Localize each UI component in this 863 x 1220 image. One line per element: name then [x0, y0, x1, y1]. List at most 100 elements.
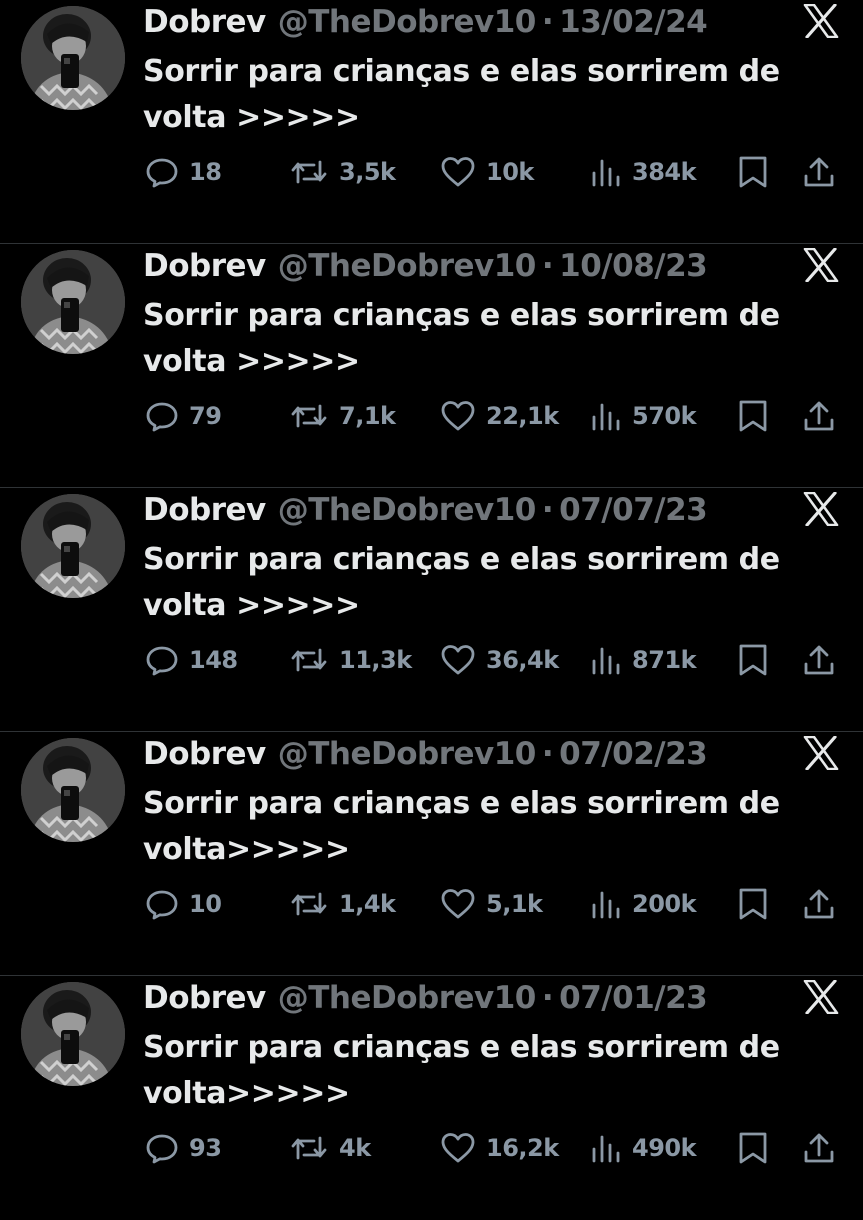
- tweet-text: Sorrir para crianças e elas sorrirem de …: [143, 1025, 833, 1117]
- x-logo-icon: [803, 248, 839, 282]
- tweet[interactable]: Dobrev @TheDobrev10 · 07/01/23 Sorrir pa…: [0, 976, 863, 1220]
- views-icon: [592, 891, 620, 919]
- bookmark-button[interactable]: [737, 882, 769, 926]
- views-button[interactable]: 200k: [590, 882, 697, 926]
- display-name[interactable]: Dobrev: [143, 980, 266, 1016]
- avatar[interactable]: [21, 494, 125, 598]
- x-logo-icon: [803, 980, 839, 1014]
- reply-icon: [146, 1134, 178, 1164]
- retweet-count: 7,1k: [339, 402, 396, 430]
- tweet-date[interactable]: 07/02/23: [559, 736, 708, 772]
- share-button[interactable]: [802, 882, 836, 926]
- avatar[interactable]: [21, 982, 125, 1086]
- retweet-icon: [291, 160, 327, 184]
- tweet-date[interactable]: 07/07/23: [559, 492, 708, 528]
- retweet-icon: [291, 404, 327, 428]
- views-button[interactable]: 384k: [590, 150, 697, 194]
- reply-count: 18: [189, 158, 222, 186]
- tweet-text-line: Sorrir para crianças e elas sorrirem de: [143, 298, 780, 333]
- like-count: 36,4k: [486, 646, 559, 674]
- retweet-button[interactable]: 1,4k: [289, 882, 396, 926]
- bookmark-button[interactable]: [737, 394, 769, 438]
- like-button[interactable]: 5,1k: [440, 882, 543, 926]
- heart-icon: [441, 1133, 475, 1163]
- bookmark-icon: [739, 156, 767, 188]
- tweet[interactable]: Dobrev @TheDobrev10 · 07/02/23 Sorrir pa…: [0, 732, 863, 976]
- tweet-date[interactable]: 13/02/24: [559, 4, 708, 40]
- retweet-button[interactable]: 3,5k: [289, 150, 396, 194]
- tweet-text-line: Sorrir para crianças e elas sorrirem de: [143, 54, 780, 89]
- user-handle[interactable]: @TheDobrev10: [278, 980, 537, 1016]
- share-icon: [804, 889, 834, 919]
- share-button[interactable]: [802, 1126, 836, 1170]
- like-button[interactable]: 16,2k: [440, 1126, 559, 1170]
- views-button[interactable]: 871k: [590, 638, 697, 682]
- views-count: 384k: [632, 158, 697, 186]
- tweet-text-line: Sorrir para crianças e elas sorrirem de: [143, 1030, 780, 1065]
- avatar[interactable]: [21, 6, 125, 110]
- tweet-text-line: volta>>>>>: [143, 832, 350, 867]
- tweet-actions: 10 1,4k 5,1k 200k: [0, 882, 863, 926]
- display-name[interactable]: Dobrev: [143, 4, 266, 40]
- user-handle[interactable]: @TheDobrev10: [278, 736, 537, 772]
- retweet-button[interactable]: 11,3k: [289, 638, 412, 682]
- like-count: 10k: [486, 158, 534, 186]
- like-button[interactable]: 10k: [440, 150, 534, 194]
- user-handle[interactable]: @TheDobrev10: [278, 248, 537, 284]
- reply-icon: [146, 890, 178, 920]
- tweet-header: Dobrev @TheDobrev10 · 10/08/23: [143, 246, 708, 286]
- avatar[interactable]: [21, 250, 125, 354]
- bookmark-button[interactable]: [737, 150, 769, 194]
- tweet-text-line: volta >>>>>: [143, 588, 360, 623]
- avatar[interactable]: [21, 738, 125, 842]
- share-icon: [804, 401, 834, 431]
- retweet-button[interactable]: 7,1k: [289, 394, 396, 438]
- reply-button[interactable]: 79: [145, 394, 222, 438]
- tweet[interactable]: Dobrev @TheDobrev10 · 10/08/23 Sorrir pa…: [0, 244, 863, 488]
- display-name[interactable]: Dobrev: [143, 248, 266, 284]
- display-name[interactable]: Dobrev: [143, 492, 266, 528]
- tweet-text-line: Sorrir para crianças e elas sorrirem de: [143, 786, 780, 821]
- like-count: 16,2k: [486, 1134, 559, 1162]
- views-button[interactable]: 570k: [590, 394, 697, 438]
- tweet-actions: 79 7,1k 22,1k 570k: [0, 394, 863, 438]
- tweet-feed: Dobrev @TheDobrev10 · 13/02/24 Sorrir pa…: [0, 0, 863, 1220]
- retweet-count: 4k: [339, 1134, 371, 1162]
- tweet-header: Dobrev @TheDobrev10 · 07/01/23: [143, 978, 708, 1018]
- tweet-date[interactable]: 10/08/23: [559, 248, 708, 284]
- heart-icon: [441, 157, 475, 187]
- share-button[interactable]: [802, 150, 836, 194]
- bookmark-button[interactable]: [737, 1126, 769, 1170]
- share-button[interactable]: [802, 394, 836, 438]
- retweet-icon: [291, 1136, 327, 1160]
- display-name[interactable]: Dobrev: [143, 736, 266, 772]
- like-button[interactable]: 36,4k: [440, 638, 559, 682]
- tweet-text-line: volta>>>>>: [143, 1076, 350, 1111]
- like-count: 22,1k: [486, 402, 559, 430]
- reply-button[interactable]: 18: [145, 150, 222, 194]
- reply-icon: [146, 646, 178, 676]
- user-handle[interactable]: @TheDobrev10: [278, 492, 537, 528]
- like-button[interactable]: 22,1k: [440, 394, 559, 438]
- share-button[interactable]: [802, 638, 836, 682]
- views-icon: [592, 1135, 620, 1163]
- user-handle[interactable]: @TheDobrev10: [278, 4, 537, 40]
- tweet-date[interactable]: 07/01/23: [559, 980, 708, 1016]
- reply-button[interactable]: 10: [145, 882, 222, 926]
- reply-button[interactable]: 148: [145, 638, 238, 682]
- retweet-button[interactable]: 4k: [289, 1126, 371, 1170]
- retweet-count: 11,3k: [339, 646, 412, 674]
- heart-icon: [441, 889, 475, 919]
- views-button[interactable]: 490k: [590, 1126, 697, 1170]
- reply-button[interactable]: 93: [145, 1126, 222, 1170]
- reply-count: 10: [189, 890, 222, 918]
- bookmark-button[interactable]: [737, 638, 769, 682]
- tweet[interactable]: Dobrev @TheDobrev10 · 13/02/24 Sorrir pa…: [0, 0, 863, 244]
- tweet-text: Sorrir para crianças e elas sorrirem de …: [143, 781, 833, 873]
- tweet-text-line: volta >>>>>: [143, 344, 360, 379]
- tweet-text: Sorrir para crianças e elas sorrirem de …: [143, 293, 833, 385]
- tweet[interactable]: Dobrev @TheDobrev10 · 07/07/23 Sorrir pa…: [0, 488, 863, 732]
- views-icon: [592, 647, 620, 675]
- tweet-text: Sorrir para crianças e elas sorrirem de …: [143, 49, 833, 141]
- separator-dot: ·: [541, 736, 554, 772]
